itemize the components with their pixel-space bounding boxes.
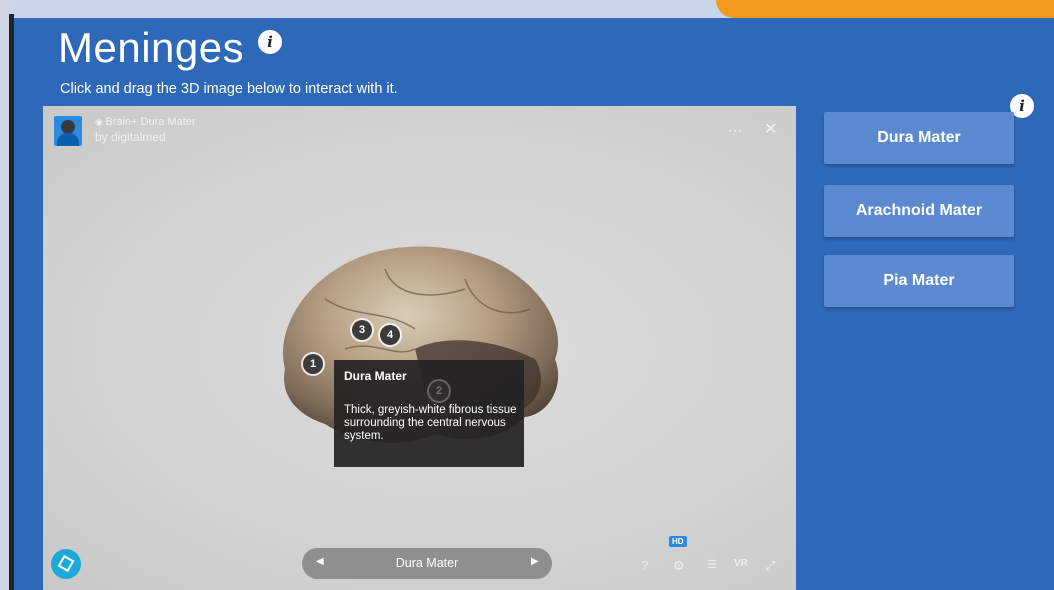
tooltip-title: Dura Mater xyxy=(344,369,407,383)
hotspot-4[interactable]: 4 xyxy=(380,325,400,345)
model-author[interactable]: by digitalmed xyxy=(95,130,166,144)
current-annotation-label: Dura Mater xyxy=(395,556,459,570)
author-avatar[interactable] xyxy=(54,116,82,146)
hotspot-1[interactable]: 1 xyxy=(303,354,323,374)
next-annotation-button[interactable]: ▶ xyxy=(531,556,539,567)
info-icon[interactable]: i xyxy=(258,30,282,54)
close-icon[interactable]: ✕ xyxy=(764,119,777,139)
fullscreen-icon[interactable]: ⤢ xyxy=(765,558,775,574)
pia-mater-button[interactable]: Pia Mater xyxy=(824,255,1014,307)
orange-corner-tab xyxy=(716,0,1054,18)
sketchfab-logo-icon[interactable] xyxy=(51,549,81,579)
instructions-text: Click and drag the 3D image below to int… xyxy=(60,81,398,97)
share-icon[interactable]: ⋯ xyxy=(728,122,742,139)
help-icon[interactable]: ? xyxy=(641,558,648,573)
tooltip-text: Thick, greyish-white fibrous tissue surr… xyxy=(344,404,517,442)
settings-icon[interactable]: ⚙ xyxy=(673,558,685,574)
meninges-slide: Meninges i Click and drag the 3D image b… xyxy=(14,18,1054,590)
layers-icon[interactable]: ☰ xyxy=(707,558,717,571)
left-edge-strip xyxy=(0,0,14,590)
model-title[interactable]: ◉ Brain+ Dura Mater xyxy=(95,116,196,129)
dura-mater-button[interactable]: Dura Mater xyxy=(824,112,1014,164)
vr-icon[interactable]: VR xyxy=(734,558,748,569)
eye-icon: ◉ xyxy=(95,117,106,127)
arachnoid-mater-button[interactable]: Arachnoid Mater xyxy=(824,185,1014,237)
hd-badge: HD xyxy=(669,536,687,547)
3d-model-viewer[interactable]: ◉ Brain+ Dura Mater by digitalmed ⋯ ✕ 1 … xyxy=(43,106,796,590)
hotspot-2[interactable]: 2 xyxy=(429,381,449,401)
annotation-navigator: ◀ Dura Mater ▶ xyxy=(302,548,552,579)
page-title: Meninges xyxy=(58,24,245,71)
annotation-tooltip: Dura Mater Thick, greyish-white fibrous … xyxy=(334,360,524,467)
hotspot-3[interactable]: 3 xyxy=(352,320,372,340)
